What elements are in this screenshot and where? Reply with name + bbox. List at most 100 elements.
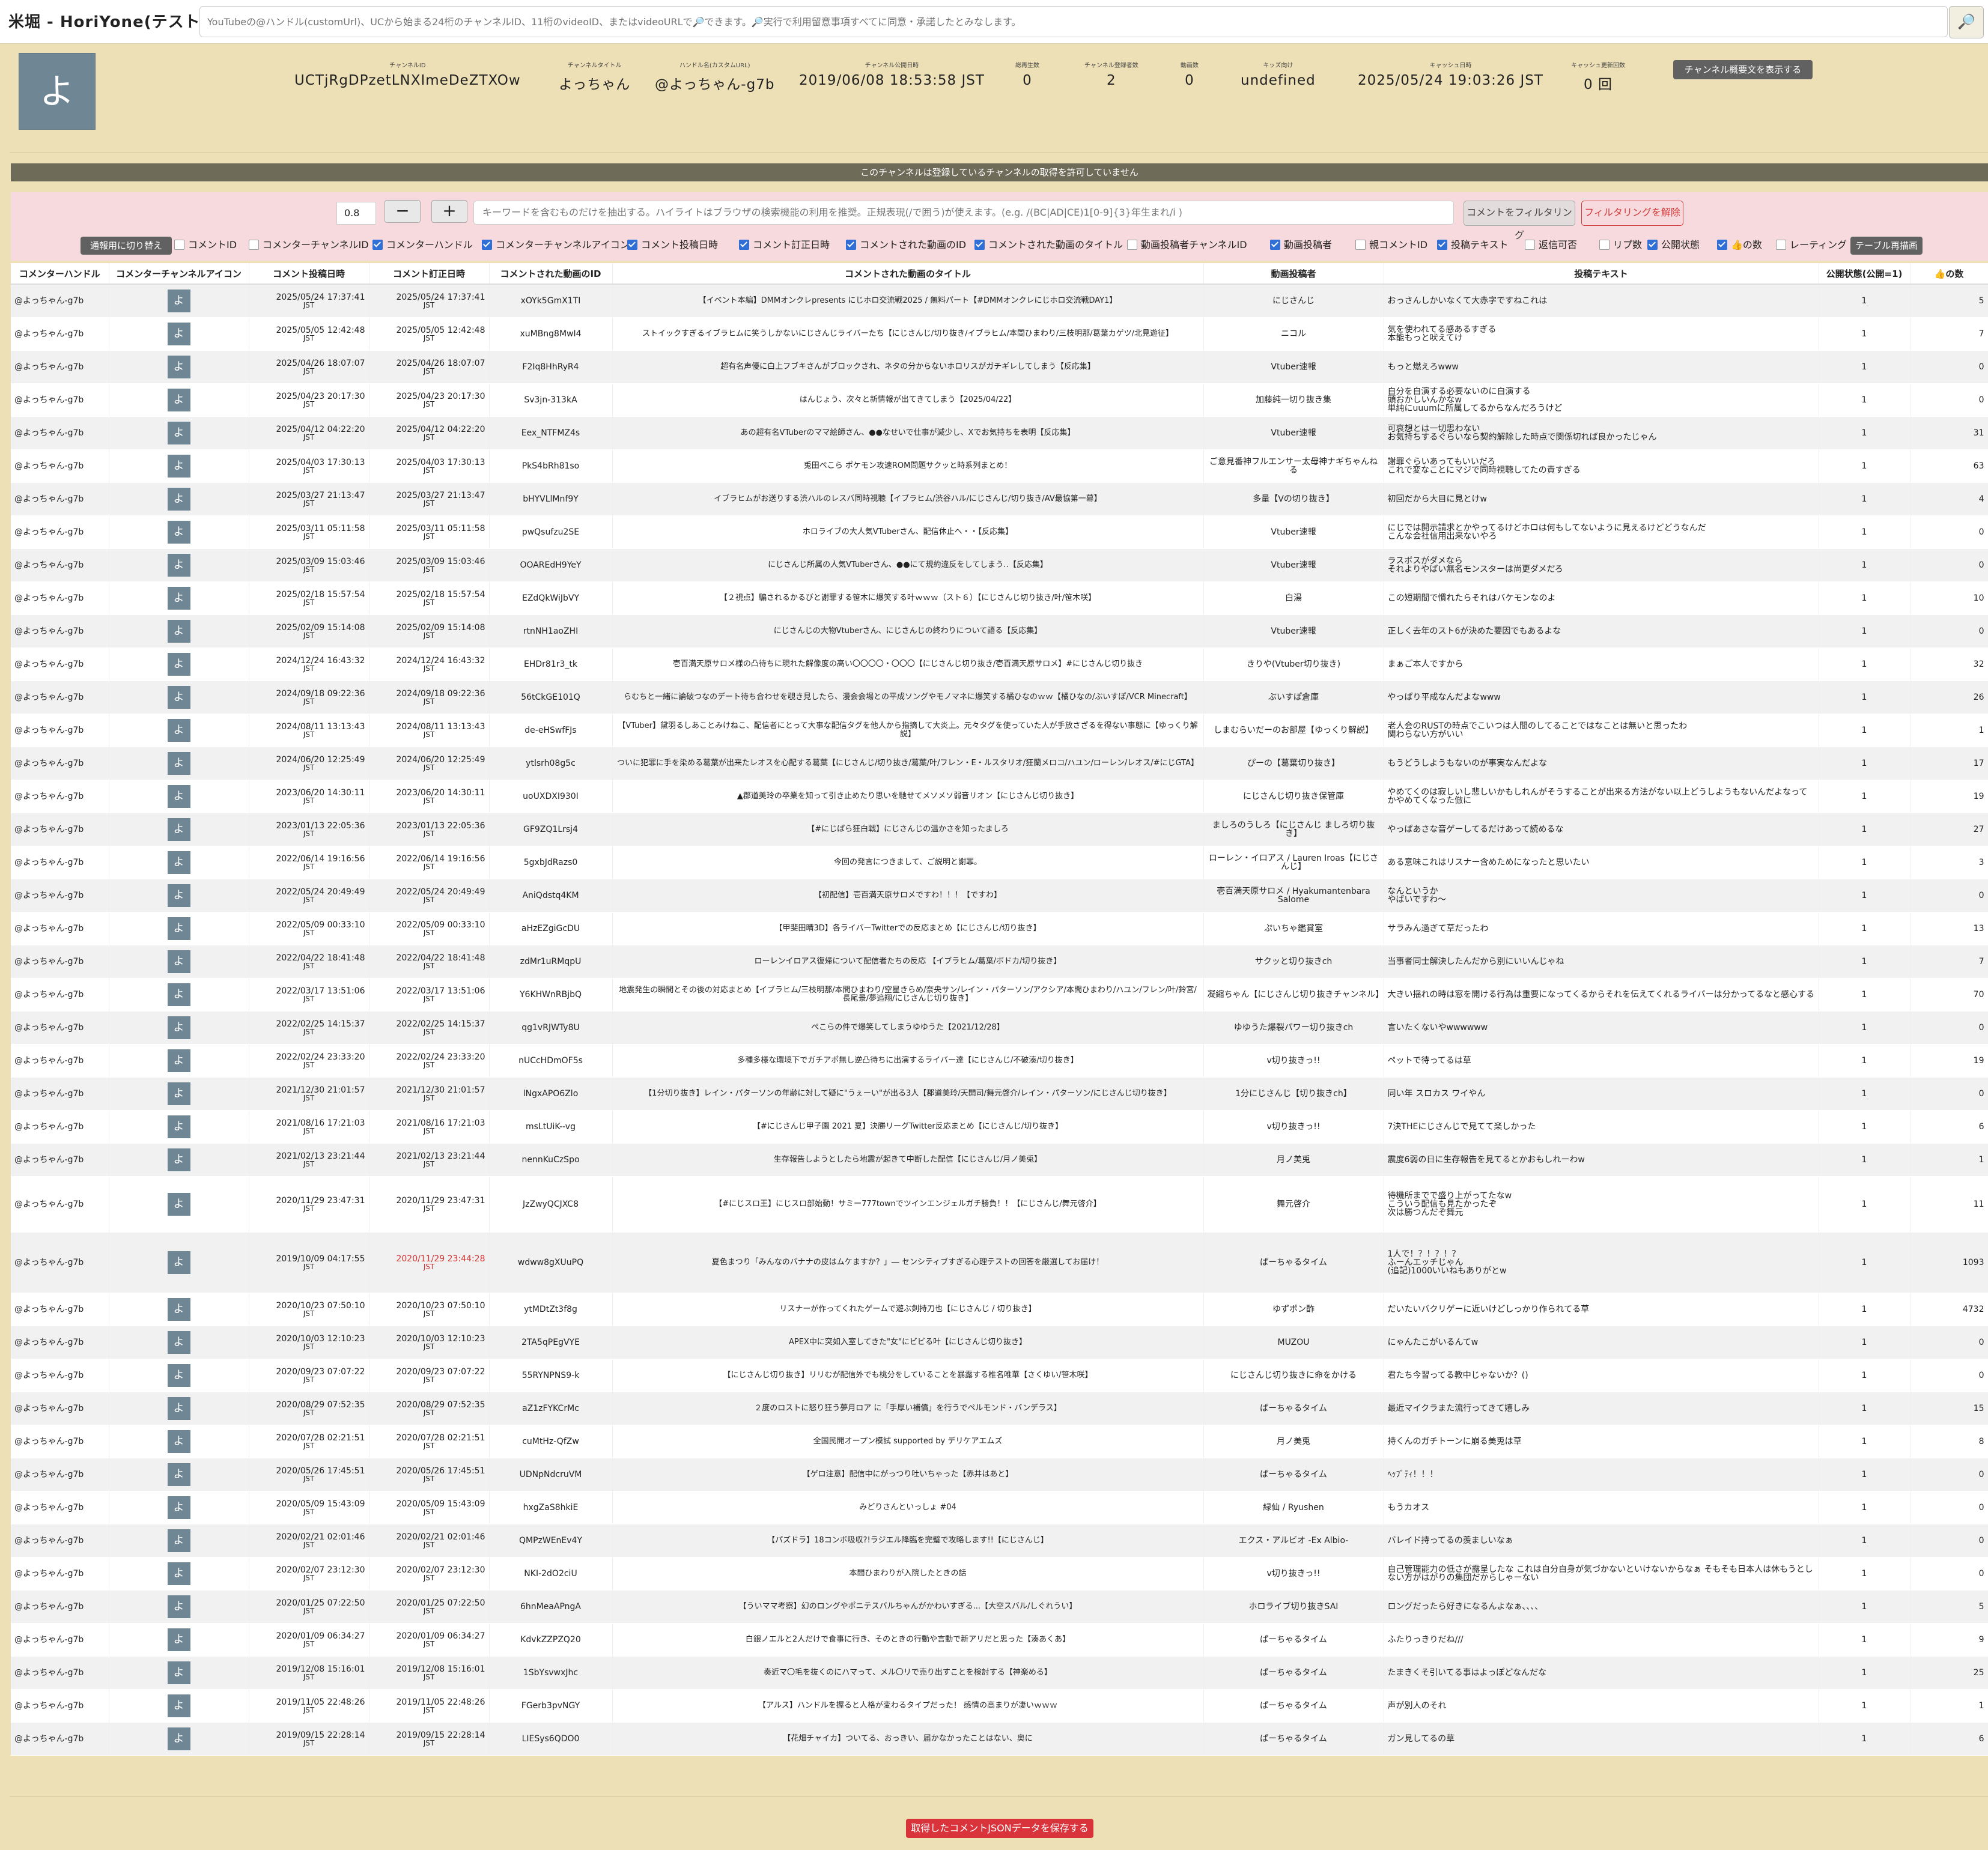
avatar[interactable]: よ xyxy=(167,1148,190,1171)
video-id-cell[interactable]: aHzEZgiGcDU xyxy=(489,912,613,945)
video-id-cell[interactable]: zdMr1uRMqpU xyxy=(489,945,613,978)
video-id-cell[interactable]: aZ1zFYKCrMc xyxy=(489,1392,613,1425)
checkbox-icon[interactable] xyxy=(1776,240,1786,250)
video-title-cell[interactable]: ▲郡道美玲の卒業を知って引き止めたり思いを馳せてメソメソ弱音リオン【にじさんじ切… xyxy=(612,780,1204,813)
avatar[interactable]: よ xyxy=(167,1727,190,1750)
video-id-cell[interactable]: ytMDtZt3f8g xyxy=(489,1293,613,1326)
video-id-cell[interactable]: UDNpNdcruVM xyxy=(489,1458,613,1491)
video-title-cell[interactable]: 白銀ノエルと2人だけで食事に行き、そのときの行動や言動で新アリだと思った【湊あく… xyxy=(612,1623,1204,1657)
column-toggle-checkbox[interactable]: 動画投稿者 xyxy=(1270,238,1332,252)
video-id-cell[interactable]: AniQdstq4KM xyxy=(489,879,613,912)
column-toggle-checkbox[interactable]: 返信可否 xyxy=(1525,238,1577,252)
video-id-cell[interactable]: cuMtHz-QfZw xyxy=(489,1425,613,1458)
avatar[interactable]: よ xyxy=(167,455,190,478)
avatar[interactable]: よ xyxy=(167,587,190,610)
column-toggle-checkbox[interactable]: コメント訂正日時 xyxy=(739,238,830,252)
video-title-cell[interactable]: 地震発生の瞬間とその後の対応まとめ【イブラヒム/三枝明那/本間ひまわり/空星きら… xyxy=(612,978,1204,1011)
avatar[interactable]: よ xyxy=(167,389,190,411)
video-id-cell[interactable]: qg1vRJWTy8U xyxy=(489,1011,613,1045)
video-title-cell[interactable]: 【イベント本編】DMMオンクレpresents にじホロ交流戦2025 / 無料… xyxy=(612,284,1204,318)
column-toggle-checkbox[interactable]: コメンターチャンネルアイコン xyxy=(482,238,630,252)
column-header[interactable]: コメント訂正日時 xyxy=(369,263,490,285)
column-header[interactable]: 公開状態(公開=1) xyxy=(1819,263,1910,285)
column-toggle-checkbox[interactable]: コメンターハンドル xyxy=(372,238,473,252)
video-id-cell[interactable]: 2TA5qPEgVYE xyxy=(489,1326,613,1359)
video-title-cell[interactable]: はんじょう、次々と新情報が出てきてしまう【2025/04/22】 xyxy=(612,383,1204,417)
avatar[interactable]: よ xyxy=(167,686,190,709)
video-title-cell[interactable]: 【#にじさんじ甲子園 2021 夏】決勝リーグTwitter反応まとめ【にじさん… xyxy=(612,1110,1204,1144)
avatar[interactable]: よ xyxy=(167,983,190,1006)
avatar[interactable]: よ xyxy=(167,1082,190,1105)
checkbox-icon[interactable] xyxy=(1437,240,1447,250)
avatar[interactable]: よ xyxy=(167,1331,190,1354)
video-id-cell[interactable]: ytlsrh08g5c xyxy=(489,747,613,780)
video-title-cell[interactable]: ストイックすぎるイブラヒムに笑うしかないにじさんじライバーたち【にじさんじ/切り… xyxy=(612,317,1204,351)
redraw-table-button[interactable]: テーブル再描画 xyxy=(1850,237,1923,255)
video-title-cell[interactable]: 【初配信】壱百満天原サロメですわ！！！【ですわ】 xyxy=(612,879,1204,912)
avatar[interactable]: よ xyxy=(167,851,190,874)
column-toggle-checkbox[interactable]: コメンターチャンネルID xyxy=(249,238,369,252)
checkbox-icon[interactable] xyxy=(739,240,749,250)
column-toggle-checkbox[interactable]: リプ数 xyxy=(1599,238,1642,252)
switch-report-mode-button[interactable]: 通報用に切り替え xyxy=(81,237,172,255)
avatar[interactable]: よ xyxy=(167,1193,190,1216)
video-title-cell[interactable]: 壱百満天原サロメ様の凸待ちに現れた解像度の高い〇〇〇〇・〇〇〇【にじさんじ切り抜… xyxy=(612,648,1204,681)
avatar[interactable]: よ xyxy=(167,719,190,742)
video-title-cell[interactable]: 夏色まつり「みんなのバナナの皮はムケますか？」― センシティブすぎる心理テストの… xyxy=(612,1232,1204,1293)
video-id-cell[interactable]: JzZwyQCJXC8 xyxy=(489,1176,613,1233)
column-toggle-checkbox[interactable]: コメントされた動画のID xyxy=(846,238,966,252)
video-title-cell[interactable]: 奏近マ〇毛を抜くのにハマって、メル〇リで売り出すことを検討する【神楽める】 xyxy=(612,1656,1204,1690)
checkbox-icon[interactable] xyxy=(1647,240,1658,250)
checkbox-icon[interactable] xyxy=(1355,240,1366,250)
video-title-cell[interactable]: 【アルス】ハンドルを握ると人格が変わるタイプだった！ 感情の高まりが凄いｗｗｗ xyxy=(612,1689,1204,1723)
video-id-cell[interactable]: de-eHSwfFJs xyxy=(489,714,613,747)
show-description-button[interactable]: チャンネル概要文を表示する xyxy=(1673,60,1813,79)
avatar[interactable]: よ xyxy=(167,785,190,808)
video-id-cell[interactable]: rtnNH1aoZHI xyxy=(489,614,613,648)
avatar[interactable]: よ xyxy=(167,950,190,973)
video-id-cell[interactable]: FGerb3pvNGY xyxy=(489,1689,613,1723)
avatar[interactable]: よ xyxy=(167,323,190,345)
avatar[interactable]: よ xyxy=(167,1298,190,1321)
video-title-cell[interactable]: ぺこらの件で爆笑してしまうゆゆうた【2021/12/28】 xyxy=(612,1011,1204,1045)
video-id-cell[interactable]: 56tCkGE101Q xyxy=(489,681,613,714)
checkbox-icon[interactable] xyxy=(372,240,383,250)
video-title-cell[interactable]: にじさんじ所属の人気VTuberさん、●●にて規約違反をしてしまう‥【反応集】 xyxy=(612,548,1204,582)
column-toggle-checkbox[interactable]: コメント投稿日時 xyxy=(627,238,718,252)
video-title-cell[interactable]: 本間ひまわりが入院したときの話 xyxy=(612,1557,1204,1591)
avatar[interactable]: よ xyxy=(167,422,190,444)
video-title-cell[interactable]: にじさんじの大物Vtuberさん、にじさんじの終わりについて語る【反応集】 xyxy=(612,614,1204,648)
clear-filter-button[interactable]: フィルタリングを解除 xyxy=(1581,201,1683,226)
video-title-cell[interactable]: 【VTuber】黛羽るしあことみけねこ、配信者にとって大事な配信タグを他人から指… xyxy=(612,714,1204,747)
avatar[interactable]: よ xyxy=(167,1016,190,1039)
video-id-cell[interactable]: OOAREdH9YeY xyxy=(489,548,613,582)
avatar[interactable]: よ xyxy=(167,818,190,841)
video-id-cell[interactable]: xuMBng8MwI4 xyxy=(489,317,613,351)
video-id-cell[interactable]: QMPzWEnEv4Y xyxy=(489,1524,613,1557)
column-header[interactable]: コメントされた動画のタイトル xyxy=(612,263,1204,285)
column-header[interactable]: コメントされた動画のID xyxy=(489,263,613,285)
video-id-cell[interactable]: Y6KHWnRBjbQ xyxy=(489,978,613,1011)
video-id-cell[interactable]: EHDr81r3_tk xyxy=(489,648,613,681)
video-title-cell[interactable]: 多種多様な環境下でガチアポ無し逆凸待ちに出演するライバー達【にじさんじ/不破湊/… xyxy=(612,1044,1204,1078)
video-title-cell[interactable]: リスナーが作ってくれたゲームで遊ぶ剣持刀也【にじさんじ / 切り抜き】 xyxy=(612,1293,1204,1326)
avatar[interactable]: よ xyxy=(167,1463,190,1486)
video-id-cell[interactable]: 55RYNPNS9-k xyxy=(489,1359,613,1392)
video-id-cell[interactable]: xOYk5GmX1TI xyxy=(489,284,613,318)
avatar[interactable]: よ xyxy=(167,884,190,907)
avatar[interactable]: よ xyxy=(167,1496,190,1519)
checkbox-icon[interactable] xyxy=(1525,240,1535,250)
checkbox-icon[interactable] xyxy=(249,240,259,250)
avatar[interactable]: よ xyxy=(167,1115,190,1138)
video-id-cell[interactable]: lNgxAPO6Zlo xyxy=(489,1077,613,1111)
avatar[interactable]: よ xyxy=(167,752,190,775)
column-header[interactable]: コメント投稿日時 xyxy=(249,263,369,285)
checkbox-icon[interactable] xyxy=(846,240,856,250)
search-button[interactable]: 🔎 xyxy=(1949,6,1984,38)
filter-comments-button[interactable]: コメントをフィルタリング xyxy=(1464,201,1575,241)
column-toggle-checkbox[interactable]: 親コメントID xyxy=(1355,238,1427,252)
column-toggle-checkbox[interactable]: 公開状態 xyxy=(1647,238,1700,252)
avatar[interactable]: よ xyxy=(167,521,190,544)
threshold-input[interactable]: 0.8 xyxy=(336,202,376,225)
avatar[interactable]: よ xyxy=(167,620,190,643)
